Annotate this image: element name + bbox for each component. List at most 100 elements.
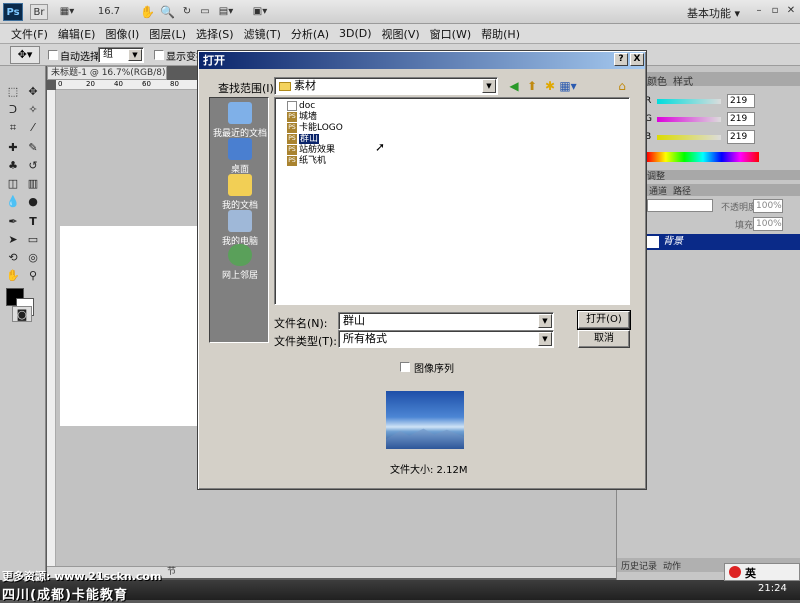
rotate-view-icon[interactable]: ↻ <box>180 4 194 20</box>
crop-tool-icon[interactable]: ⌗ <box>4 120 22 136</box>
close-icon[interactable]: ✕ <box>784 4 798 18</box>
tab-adjustments[interactable]: 调整 <box>647 169 665 182</box>
my-documents-icon <box>228 174 252 196</box>
tab-paths[interactable]: 路径 <box>673 184 691 197</box>
filetype-dropdown[interactable]: 所有格式 ▼ <box>338 330 554 348</box>
blur-tool-icon[interactable]: 💧 <box>4 194 22 210</box>
up-folder-icon[interactable]: ⬆ <box>524 78 540 94</box>
place-recent[interactable]: 我最近的文档 <box>210 102 270 139</box>
menu-analysis[interactable]: 分析(A) <box>286 26 334 42</box>
watermark-url: 更多资源: www.21sckn.com <box>2 570 162 583</box>
gradient-tool-icon[interactable]: ▥ <box>24 176 42 192</box>
green-value-field[interactable]: 219 <box>727 112 755 126</box>
place-desktop[interactable]: 桌面 <box>210 138 270 175</box>
menu-view[interactable]: 视图(V) <box>377 26 425 42</box>
ime-language[interactable]: 英 <box>745 565 756 581</box>
tab-styles[interactable]: 样式 <box>673 73 693 88</box>
tool-preset-picker[interactable]: ✥▾ <box>10 46 40 64</box>
tab-history[interactable]: 历史记录 <box>621 559 657 572</box>
place-my-computer[interactable]: 我的电脑 <box>210 210 270 247</box>
open-button[interactable]: 打开(O) <box>577 310 631 330</box>
clone-stamp-tool-icon[interactable]: ♣ <box>4 158 22 174</box>
document-tab[interactable]: 未标题-1 @ 16.7%(RGB/8) ✕ <box>47 66 167 80</box>
blend-mode-dropdown[interactable] <box>647 199 713 212</box>
ruler-icon[interactable]: ▭ <box>198 4 212 20</box>
pen-tool-icon[interactable]: ✒ <box>4 214 22 230</box>
place-my-documents[interactable]: 我的文档 <box>210 174 270 211</box>
quick-mask-icon[interactable]: ◙ <box>12 306 32 322</box>
eraser-tool-icon[interactable]: ◫ <box>4 176 22 192</box>
zoom-level-dropdown[interactable]: 16.7 ▾ <box>94 4 124 33</box>
opacity-field[interactable]: 100% <box>753 199 783 213</box>
new-folder-icon[interactable]: ✱ <box>542 78 558 94</box>
menu-select[interactable]: 选择(S) <box>191 26 239 42</box>
blue-value-field[interactable]: 219 <box>727 130 755 144</box>
auto-select-checkbox[interactable] <box>48 50 58 60</box>
psd-file-icon: PS <box>287 145 297 155</box>
view-extras-button[interactable]: ▦▾ <box>56 4 78 20</box>
dialog-title-bar[interactable]: 打开 <box>199 52 645 69</box>
list-item[interactable]: PS 纸飞机 <box>287 155 326 167</box>
color-ramp[interactable] <box>647 152 759 162</box>
look-in-label: 查找范围(I): <box>218 82 278 95</box>
arrange-documents-button[interactable]: ▤▾ <box>212 4 240 20</box>
blue-slider[interactable] <box>657 135 721 140</box>
menu-3d[interactable]: 3D(D) <box>334 27 377 40</box>
restore-icon[interactable]: ▫ <box>768 4 782 18</box>
bridge-button[interactable]: Br <box>30 4 48 20</box>
document-canvas[interactable] <box>60 226 200 426</box>
magic-wand-tool-icon[interactable]: ✧ <box>24 102 42 118</box>
hand-tool-icon[interactable]: ✋ <box>140 4 155 20</box>
eyedropper-tool-icon[interactable]: ⁄ <box>24 120 42 136</box>
menu-help[interactable]: 帮助(H) <box>476 26 525 42</box>
ime-toolbar[interactable]: 英 <box>724 563 800 581</box>
desktop-icon <box>228 138 252 160</box>
zoom-tool-icon[interactable]: 🔍 <box>160 4 175 20</box>
brush-tool-icon[interactable]: ✎ <box>24 140 42 156</box>
menu-edit[interactable]: 编辑(E) <box>53 26 101 42</box>
ruler-tick: 0 <box>58 80 63 88</box>
file-list[interactable]: doc PS 城墙 PS 卡能LOGO PS 群山 PS 站舫效果 PS 纸飞机 ➚ <box>274 97 630 305</box>
minimize-icon[interactable]: – <box>752 4 766 18</box>
shape-tool-icon[interactable]: ▭ <box>24 232 42 248</box>
look-in-dropdown[interactable]: 素材 ▼ <box>274 77 498 95</box>
move-tool-icon[interactable]: ✥ <box>24 84 42 100</box>
menu-file[interactable]: 文件(F) <box>6 26 53 42</box>
image-sequence-checkbox[interactable] <box>400 362 410 372</box>
red-slider[interactable] <box>657 99 721 104</box>
red-value-field[interactable]: 219 <box>727 94 755 108</box>
dodge-tool-icon[interactable]: ● <box>24 194 42 210</box>
zoom-tool-icon[interactable]: ⚲ <box>24 268 42 284</box>
close-button[interactable]: X <box>630 53 644 66</box>
lasso-tool-icon[interactable]: ᑐ <box>4 102 22 118</box>
help-button[interactable]: ? <box>614 53 628 66</box>
path-selection-tool-icon[interactable]: ➤ <box>4 232 22 248</box>
menu-image[interactable]: 图像(I) <box>100 26 144 42</box>
view-menu-icon[interactable]: ▦▾ <box>558 78 578 94</box>
auto-select-dropdown[interactable]: 组 ▼ <box>98 47 144 63</box>
3d-orbit-tool-icon[interactable]: ◎ <box>24 250 42 266</box>
file-name: 卡能LOGO <box>299 123 343 133</box>
history-brush-tool-icon[interactable]: ↺ <box>24 158 42 174</box>
marquee-tool-icon[interactable]: ⬚ <box>4 84 22 100</box>
screen-mode-button[interactable]: ▣▾ <box>246 4 274 20</box>
workspace-switcher[interactable]: 基本功能 ▾ <box>687 5 740 21</box>
type-tool-icon[interactable]: T <box>24 214 42 230</box>
view-bridge-icon[interactable]: ⌂ <box>614 78 630 94</box>
cancel-button[interactable]: 取消 <box>578 330 630 348</box>
tab-color[interactable]: 颜色 <box>647 73 667 88</box>
hand-tool-icon[interactable]: ✋ <box>4 268 22 284</box>
show-transform-checkbox[interactable] <box>154 50 164 60</box>
3d-rotate-tool-icon[interactable]: ⟲ <box>4 250 22 266</box>
filename-input[interactable]: 群山 ▼ <box>338 312 554 330</box>
healing-brush-tool-icon[interactable]: ✚ <box>4 140 22 156</box>
menu-filter[interactable]: 滤镜(T) <box>239 26 286 42</box>
menu-layer[interactable]: 图层(L) <box>144 26 191 42</box>
menu-window[interactable]: 窗口(W) <box>425 26 476 42</box>
tab-actions[interactable]: 动作 <box>663 559 681 572</box>
tab-channels[interactable]: 通道 <box>649 184 667 197</box>
green-slider[interactable] <box>657 117 721 122</box>
fill-field[interactable]: 100% <box>753 217 783 231</box>
place-network[interactable]: 网上邻居 <box>210 244 270 281</box>
back-icon[interactable]: ◀ <box>506 78 522 94</box>
